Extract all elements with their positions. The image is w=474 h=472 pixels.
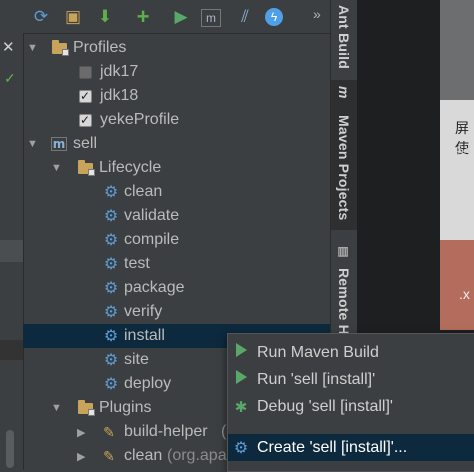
tab-maven-projects[interactable]: m Maven Projects	[331, 80, 357, 230]
menu-item-create-configuration[interactable]: ⚙ Create 'sell [install]'...	[228, 434, 474, 461]
run-icon	[233, 343, 249, 362]
profile-label: jdk18	[100, 87, 139, 104]
expand-arrow-icon[interactable]: ▼	[51, 162, 62, 174]
goal-label: package	[124, 279, 185, 296]
gear-icon: ⚙	[103, 256, 119, 273]
generate-sources-icon[interactable]: ▣	[61, 5, 85, 29]
gear-icon: ⚙	[103, 184, 119, 201]
tree-node-label: Plugins	[99, 399, 152, 416]
maven-icon: m	[336, 86, 352, 99]
lifecycle-goal[interactable]: ⚙ package	[23, 276, 330, 300]
gear-icon: ⚙	[103, 304, 119, 321]
tree-node-label: Lifecycle	[99, 159, 162, 176]
goal-label: test	[124, 255, 150, 272]
context-menu: Run Maven Build Run 'sell [install]' ✱ D…	[227, 333, 474, 472]
goal-label: install	[124, 327, 165, 344]
goal-label: site	[124, 351, 149, 368]
lifecycle-goal[interactable]: ⚙ validate	[23, 204, 330, 228]
gear-icon: ⚙	[103, 376, 119, 393]
background-panel	[440, 240, 474, 330]
lifecycle-goal[interactable]: ⚙ clean	[23, 180, 330, 204]
plugin-label: clean	[124, 447, 163, 464]
profile-item[interactable]: jdk17	[23, 60, 330, 84]
background-panel	[440, 0, 474, 100]
menu-item-run-maven-build[interactable]: Run Maven Build	[228, 339, 474, 366]
gear-icon: ⚙	[103, 328, 119, 345]
run-icon[interactable]: ▶	[169, 5, 193, 29]
folder-icon	[51, 39, 69, 56]
collapse-arrow-icon[interactable]: ▶	[77, 450, 85, 463]
tree-node-label: sell	[73, 135, 98, 152]
tree-node-profiles[interactable]: ▼ Profiles	[23, 36, 330, 60]
menu-item-label: Run Maven Build	[257, 343, 379, 361]
tree-node-lifecycle[interactable]: ▼ Lifecycle	[23, 156, 330, 180]
gear-icon: ⚙	[233, 439, 249, 457]
plugin-icon: ✎	[103, 423, 115, 440]
maven-toolbar: ⟳ ▣ ⬇ + ▶ m ⫽ ϟ »	[23, 0, 330, 34]
plugin-suffix: (	[221, 423, 227, 440]
goal-label: verify	[124, 303, 163, 320]
reimport-icon[interactable]: ⟳	[29, 5, 53, 29]
tab-label: Ant Build	[336, 4, 352, 69]
goal-label: deploy	[124, 375, 172, 392]
gear-icon: ⚙	[103, 208, 119, 225]
tree-node-project[interactable]: ▼ m sell	[23, 132, 330, 156]
expand-arrow-icon[interactable]: ▼	[51, 402, 62, 414]
plugin-suffix: (org.apa	[167, 447, 227, 464]
checkbox-checked[interactable]: ✓	[77, 88, 93, 104]
more-icon[interactable]: »	[313, 6, 321, 22]
tab-label: Maven Projects	[336, 115, 352, 221]
debug-bug-icon: ✱	[234, 398, 248, 416]
collapse-arrow-icon[interactable]: ▶	[77, 426, 85, 439]
left-tool-strip: ✕ ✓	[0, 0, 24, 470]
lifecycle-goal[interactable]: ⚙ test	[23, 252, 330, 276]
folder-icon	[77, 399, 95, 416]
checkbox-unchecked[interactable]	[77, 64, 93, 80]
profile-item[interactable]: ✓ yekeProfile	[23, 108, 330, 132]
tab-label: Remote H	[336, 267, 352, 335]
menu-item-label: Debug 'sell [install]'	[257, 397, 393, 415]
skip-tests-icon[interactable]: ϟ	[265, 8, 283, 26]
tab-remote-host[interactable]: ▥ Remote H	[331, 240, 357, 340]
check-icon: ✓	[4, 70, 16, 86]
lifecycle-goal[interactable]: ⚙ compile	[23, 228, 330, 252]
strip-band-2	[0, 340, 23, 360]
profile-label: yekeProfile	[100, 111, 180, 128]
gear-icon: ⚙	[103, 232, 119, 249]
background-text: sx	[457, 140, 471, 156]
gear-icon: ⚙	[103, 352, 119, 369]
background-text: .x	[459, 286, 470, 302]
menu-item-debug-configuration[interactable]: ✱ Debug 'sell [install]'	[228, 393, 474, 420]
goal-label: compile	[124, 231, 180, 248]
checkbox-checked[interactable]: ✓	[77, 112, 93, 128]
plugin-icon: ✎	[103, 447, 115, 464]
run-icon	[233, 370, 249, 389]
expand-arrow-icon[interactable]: ▼	[27, 42, 38, 54]
scrollbar-thumb[interactable]	[6, 430, 14, 468]
gear-icon: ⚙	[103, 280, 119, 297]
lifecycle-goal[interactable]: ⚙ verify	[23, 300, 330, 324]
add-icon[interactable]: +	[131, 4, 155, 29]
plugin-label: build-helper	[124, 423, 208, 440]
goal-label: clean	[124, 183, 163, 200]
profile-label: jdk17	[100, 63, 139, 80]
expand-arrow-icon[interactable]: ▼	[27, 138, 38, 150]
strip-band	[0, 240, 23, 262]
tree-node-label: Profiles	[73, 39, 127, 56]
maven-project-icon: m	[51, 137, 67, 151]
menu-item-label: Create 'sell [install]'...	[257, 438, 408, 456]
tab-ant-build[interactable]: Ant Build	[331, 2, 357, 72]
profile-item[interactable]: ✓ jdk18	[23, 84, 330, 108]
execute-goal-icon[interactable]: m	[201, 9, 221, 27]
menu-item-run-configuration[interactable]: Run 'sell [install]'	[228, 366, 474, 393]
close-icon[interactable]: ✕	[2, 38, 15, 56]
folder-icon	[77, 159, 95, 176]
toggle-offline-icon[interactable]: ⫽	[233, 5, 257, 29]
menu-item-label: Run 'sell [install]'	[257, 370, 376, 388]
download-icon[interactable]: ⬇	[93, 5, 117, 29]
remote-host-icon: ▥	[336, 244, 350, 259]
goal-label: validate	[124, 207, 180, 224]
